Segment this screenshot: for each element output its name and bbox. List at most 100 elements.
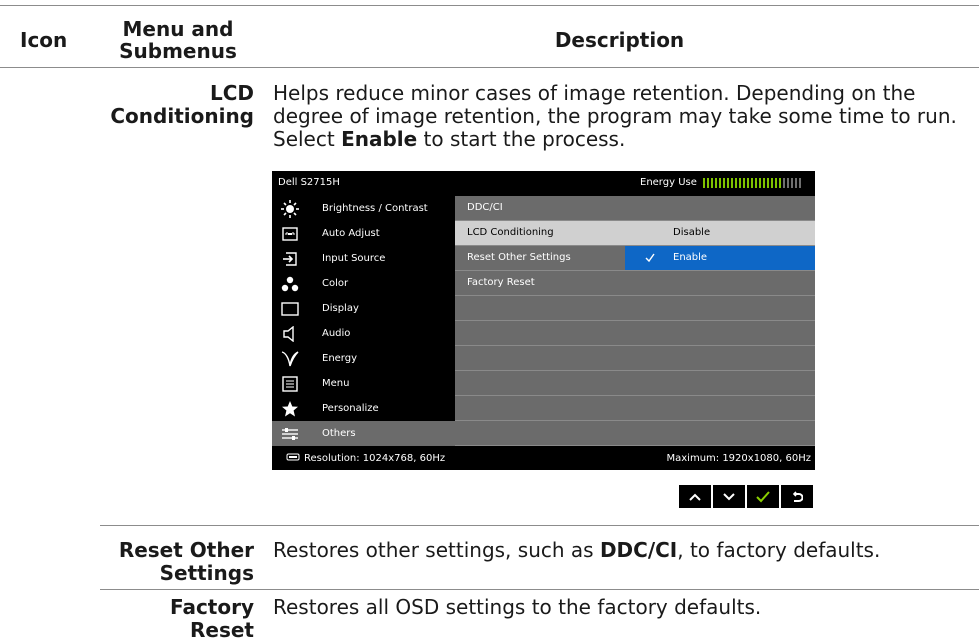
color-icon <box>278 271 302 296</box>
osd-menu-item[interactable]: Color <box>272 271 455 296</box>
osd-max-resolution: Maximum: 1920x1080, 60Hz <box>666 453 812 464</box>
energy-bar-segment <box>783 178 785 188</box>
desc-text-end: , to factory defaults. <box>677 538 881 562</box>
energy-bar-segment <box>795 178 797 188</box>
osd-menu-item[interactable]: Display <box>272 296 455 321</box>
osd-title-bar: Dell S2715H Energy Use <box>272 171 815 196</box>
energy-bar-segment <box>743 178 745 188</box>
row-description-reset-other-settings: Restores other settings, such as DDC/CI,… <box>273 539 963 562</box>
back-icon <box>792 490 803 502</box>
osd-submenu-value: Enable <box>625 246 815 270</box>
osd-submenu: DDC/CI LCD Conditioning Disable Reset Other… <box>455 196 815 446</box>
osd-menu-item[interactable]: Personalize <box>272 396 455 421</box>
energy-bar-segment <box>747 178 749 188</box>
display-icon <box>278 296 302 321</box>
osd-menu-item-label: Energy <box>322 353 358 364</box>
osd-menu-item-label: Color <box>322 278 349 289</box>
osd-menu-item-label: Menu <box>322 378 350 389</box>
row-label-text: Reset Other Settings <box>118 538 254 585</box>
check-icon <box>645 246 655 273</box>
osd-empty-cell <box>625 321 815 345</box>
auto-adjust-icon <box>278 221 302 246</box>
energy-bar-segment <box>707 178 709 188</box>
star-icon <box>278 396 302 421</box>
top-rule <box>0 5 979 6</box>
osd-model-name: Dell S2715H <box>278 177 340 188</box>
osd-empty-row <box>455 296 815 321</box>
osd-empty-row <box>455 421 815 446</box>
osd-menu-item[interactable]: Input Source <box>272 246 455 271</box>
osd-submenu-row[interactable]: Reset Other Settings Enable <box>455 246 815 271</box>
osd-empty-cell <box>455 396 625 420</box>
osd-empty-cell <box>455 421 625 445</box>
row-description-lcd-conditioning: Helps reduce minor cases of image retent… <box>273 82 963 151</box>
osd-empty-cell <box>455 346 625 370</box>
down-icon <box>723 492 735 500</box>
up-icon <box>689 493 701 501</box>
energy-icon <box>278 346 302 371</box>
connector-icon <box>286 453 300 464</box>
osd-main-menu: Brightness / Contrast Auto Adjust Input So… <box>272 196 455 446</box>
osd-empty-cell <box>625 371 815 395</box>
confirm-button[interactable] <box>747 485 779 508</box>
osd-empty-cell <box>455 321 625 345</box>
energy-bar-segment <box>779 178 781 188</box>
back-button[interactable] <box>781 485 813 508</box>
osd-menu-item-label: Auto Adjust <box>322 228 380 239</box>
energy-bar-segment <box>719 178 721 188</box>
energy-bar-segment <box>799 178 801 188</box>
osd-menu-item[interactable]: Auto Adjust <box>272 221 455 246</box>
column-header-icon: Icon <box>20 28 68 52</box>
column-header-menu: Menu and Submenus <box>119 17 237 63</box>
osd-submenu-row[interactable]: LCD Conditioning Disable <box>455 221 815 246</box>
energy-bar-segment <box>739 178 741 188</box>
osd-submenu-value: Disable <box>625 221 815 245</box>
menu-icon <box>278 371 302 396</box>
osd-navigation-buttons <box>679 485 813 508</box>
row-rule <box>100 525 979 526</box>
osd-empty-cell <box>455 296 625 320</box>
desc-bold-ddcci: DDC/CI <box>599 538 678 562</box>
row-description-factory-reset: Restores all OSD settings to the factory… <box>273 596 963 619</box>
desc-text: Restores all OSD settings to the factory… <box>273 595 762 619</box>
osd-submenu-row[interactable]: Factory Reset <box>455 271 815 296</box>
osd-energy-label: Energy Use <box>640 177 697 188</box>
osd-menu-item[interactable]: Brightness / Contrast <box>272 196 455 221</box>
osd-menu-item-label: Audio <box>322 328 351 339</box>
osd-menu-item[interactable]: Menu <box>272 371 455 396</box>
energy-bar-segment <box>727 178 729 188</box>
osd-submenu-label: Reset Other Settings <box>467 252 571 263</box>
energy-bar-segment <box>755 178 757 188</box>
osd-menu-item[interactable]: Energy <box>272 346 455 371</box>
energy-bar-segment <box>759 178 761 188</box>
osd-submenu-label: LCD Conditioning <box>455 221 625 245</box>
check-icon <box>756 490 770 502</box>
desc-bold-enable: Enable <box>341 127 418 151</box>
osd-status-bar: Resolution: 1024x768, 60Hz Maximum: 1920… <box>272 447 815 470</box>
osd-submenu-row[interactable]: DDC/CI <box>455 196 815 221</box>
energy-bar-segment <box>763 178 765 188</box>
osd-empty-cell <box>455 371 625 395</box>
column-header-description: Description <box>554 28 685 52</box>
desc-text: Restores other settings, such as <box>273 538 600 562</box>
energy-bar-segment <box>767 178 769 188</box>
osd-empty-row <box>455 321 815 346</box>
osd-empty-cell <box>625 421 815 445</box>
row-label-factory-reset: Factory Reset <box>169 595 254 642</box>
down-button[interactable] <box>713 485 745 508</box>
desc-text-end: to start the process. <box>417 127 626 151</box>
osd-menu-item[interactable]: Others <box>272 421 455 446</box>
up-button[interactable] <box>679 485 711 508</box>
header-rule <box>0 67 979 68</box>
energy-bar-segment <box>715 178 717 188</box>
energy-bar-segment <box>723 178 725 188</box>
energy-bar-segment <box>751 178 753 188</box>
audio-icon <box>278 321 302 346</box>
osd-option-text: Disable <box>673 227 711 238</box>
brightness-icon <box>278 196 302 221</box>
osd-menu-item[interactable]: Audio <box>272 321 455 346</box>
osd-empty-row <box>455 371 815 396</box>
energy-bar-segment <box>711 178 713 188</box>
osd-submenu-value <box>625 271 815 295</box>
energy-bar-segment <box>771 178 773 188</box>
